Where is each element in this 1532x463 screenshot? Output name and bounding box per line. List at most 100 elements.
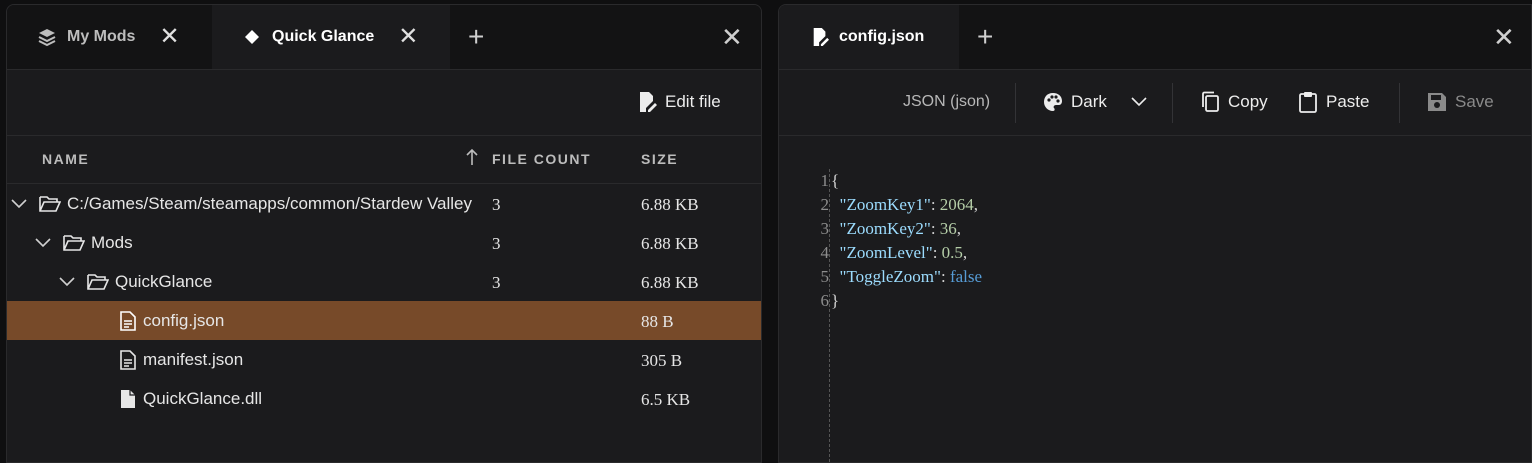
new-tab-plus-icon[interactable]: + bbox=[468, 5, 484, 69]
column-header-file-count[interactable]: FILE COUNT bbox=[492, 151, 591, 167]
tab-my-mods[interactable]: My Mods ✕ bbox=[7, 5, 212, 69]
editor-pane: config.json + ✕ JSON (json) Dark Copy Pa… bbox=[778, 4, 1532, 463]
edit-file-button[interactable]: Edit file bbox=[637, 69, 721, 135]
json-punctuation: : bbox=[932, 243, 942, 262]
row-size: 6.5 KB bbox=[641, 390, 691, 409]
chevron-down-icon[interactable] bbox=[11, 199, 33, 209]
code-content[interactable]: { "ZoomKey1": 2064, "ZoomKey2": 36, "Zoo… bbox=[831, 169, 982, 313]
close-pane-icon[interactable]: ✕ bbox=[1493, 5, 1515, 69]
copy-button[interactable]: Copy bbox=[1200, 69, 1268, 135]
folder-open-icon bbox=[39, 195, 61, 213]
table-row-selected[interactable]: config.json 88 B bbox=[7, 301, 761, 340]
tab-label: Quick Glance bbox=[272, 28, 375, 45]
json-key: "ZoomKey2" bbox=[839, 219, 931, 238]
json-punctuation bbox=[831, 195, 840, 214]
tab-config-json[interactable]: config.json bbox=[779, 5, 959, 69]
chevron-down-icon[interactable] bbox=[59, 277, 81, 287]
diamond-icon bbox=[242, 27, 262, 47]
column-header-size[interactable]: SIZE bbox=[641, 151, 678, 167]
paste-label: Paste bbox=[1326, 92, 1370, 111]
edit-file-label: Edit file bbox=[665, 92, 721, 111]
close-icon[interactable]: ✕ bbox=[159, 25, 179, 49]
row-size: 305 B bbox=[641, 351, 683, 370]
json-boolean: false bbox=[949, 267, 983, 286]
paste-button[interactable]: Paste bbox=[1298, 69, 1369, 135]
layers-icon bbox=[37, 27, 57, 47]
code-line: "ToggleZoom": false bbox=[831, 265, 983, 289]
json-punctuation: , bbox=[956, 219, 962, 238]
toolbar-divider bbox=[1399, 83, 1400, 123]
line-number: 4 bbox=[820, 243, 830, 262]
new-tab-plus-icon[interactable]: + bbox=[977, 5, 993, 69]
json-number: 36 bbox=[939, 219, 957, 238]
language-selector[interactable]: JSON (json) bbox=[903, 69, 990, 135]
close-icon[interactable]: ✕ bbox=[398, 25, 418, 49]
json-number: 2064 bbox=[939, 195, 974, 214]
json-key: "ToggleZoom" bbox=[839, 267, 941, 286]
row-name: config.json bbox=[143, 311, 225, 330]
row-file-count: 3 bbox=[492, 273, 501, 292]
palette-icon bbox=[1043, 92, 1063, 112]
table-row[interactable]: QuickGlance.dll 6.5 KB bbox=[7, 379, 761, 418]
line-number: 5 bbox=[820, 267, 830, 286]
table-row[interactable]: Mods 3 6.88 KB bbox=[7, 223, 761, 262]
close-pane-icon[interactable]: ✕ bbox=[721, 5, 743, 69]
file-edit-icon bbox=[637, 91, 657, 113]
row-size: 88 B bbox=[641, 312, 674, 331]
toolbar-divider bbox=[1172, 83, 1173, 123]
line-number-gutter: 1 2 3 4 5 6 bbox=[809, 169, 830, 313]
row-file-count: 3 bbox=[492, 234, 501, 253]
chevron-down-icon[interactable] bbox=[35, 238, 57, 248]
row-name: QuickGlance bbox=[115, 272, 213, 291]
save-button[interactable]: Save bbox=[1427, 69, 1494, 135]
row-name: QuickGlance.dll bbox=[143, 389, 263, 408]
file-edit-icon bbox=[811, 27, 829, 47]
row-name: C:/Games/Steam/steamapps/common/Stardew … bbox=[67, 194, 473, 213]
indent-guide bbox=[829, 169, 830, 462]
chevron-down-icon bbox=[1131, 97, 1147, 107]
line-number: 3 bbox=[820, 219, 830, 238]
json-punctuation: : bbox=[930, 195, 940, 214]
json-punctuation: , bbox=[962, 243, 968, 262]
table-row[interactable]: manifest.json 305 B bbox=[7, 340, 761, 379]
column-header-name[interactable]: NAME bbox=[42, 151, 89, 167]
save-icon bbox=[1427, 92, 1447, 112]
line-number: 1 bbox=[820, 171, 830, 190]
copy-icon bbox=[1200, 91, 1220, 113]
row-file-count: 3 bbox=[492, 195, 501, 214]
save-label: Save bbox=[1455, 92, 1494, 111]
theme-selector[interactable]: Dark bbox=[1043, 69, 1147, 135]
file-icon bbox=[119, 389, 137, 409]
code-line: "ZoomKey1": 2064, bbox=[831, 193, 982, 217]
code-editor[interactable]: 1 2 3 4 5 6 { "ZoomKey1": 2064, "ZoomKey2": 3… bbox=[779, 135, 1531, 462]
tab-label: My Mods bbox=[67, 28, 136, 45]
toolbar-divider bbox=[1015, 83, 1016, 123]
right-tab-bar: config.json + ✕ bbox=[779, 5, 1531, 70]
code-line: } bbox=[831, 289, 982, 313]
json-punctuation: : bbox=[930, 219, 940, 238]
json-punctuation bbox=[831, 219, 840, 238]
row-size: 6.88 KB bbox=[641, 195, 699, 214]
code-line: "ZoomKey2": 36, bbox=[831, 217, 982, 241]
text-file-icon bbox=[119, 311, 137, 331]
theme-label: Dark bbox=[1071, 92, 1107, 111]
table-header: NAME FILE COUNT SIZE bbox=[7, 135, 761, 184]
left-toolbar: Edit file bbox=[7, 69, 761, 136]
row-size: 6.88 KB bbox=[641, 234, 699, 253]
table-row[interactable]: QuickGlance 3 6.88 KB bbox=[7, 262, 761, 301]
json-punctuation: { bbox=[831, 171, 840, 190]
code-line: "ZoomLevel": 0.5, bbox=[831, 241, 982, 265]
tab-label: config.json bbox=[839, 28, 925, 45]
line-number: 6 bbox=[820, 291, 830, 310]
json-number: 0.5 bbox=[941, 243, 963, 262]
text-file-icon bbox=[119, 350, 137, 370]
row-name: Mods bbox=[91, 233, 133, 252]
folder-open-icon bbox=[87, 273, 109, 291]
table-row[interactable]: C:/Games/Steam/steamapps/common/Stardew … bbox=[7, 184, 761, 223]
json-punctuation: , bbox=[973, 195, 979, 214]
json-key: "ZoomLevel" bbox=[839, 243, 933, 262]
tab-quick-glance[interactable]: Quick Glance ✕ bbox=[212, 5, 450, 69]
row-size: 6.88 KB bbox=[641, 273, 699, 292]
arrow-up-icon[interactable] bbox=[465, 148, 479, 166]
json-punctuation: : bbox=[940, 267, 950, 286]
